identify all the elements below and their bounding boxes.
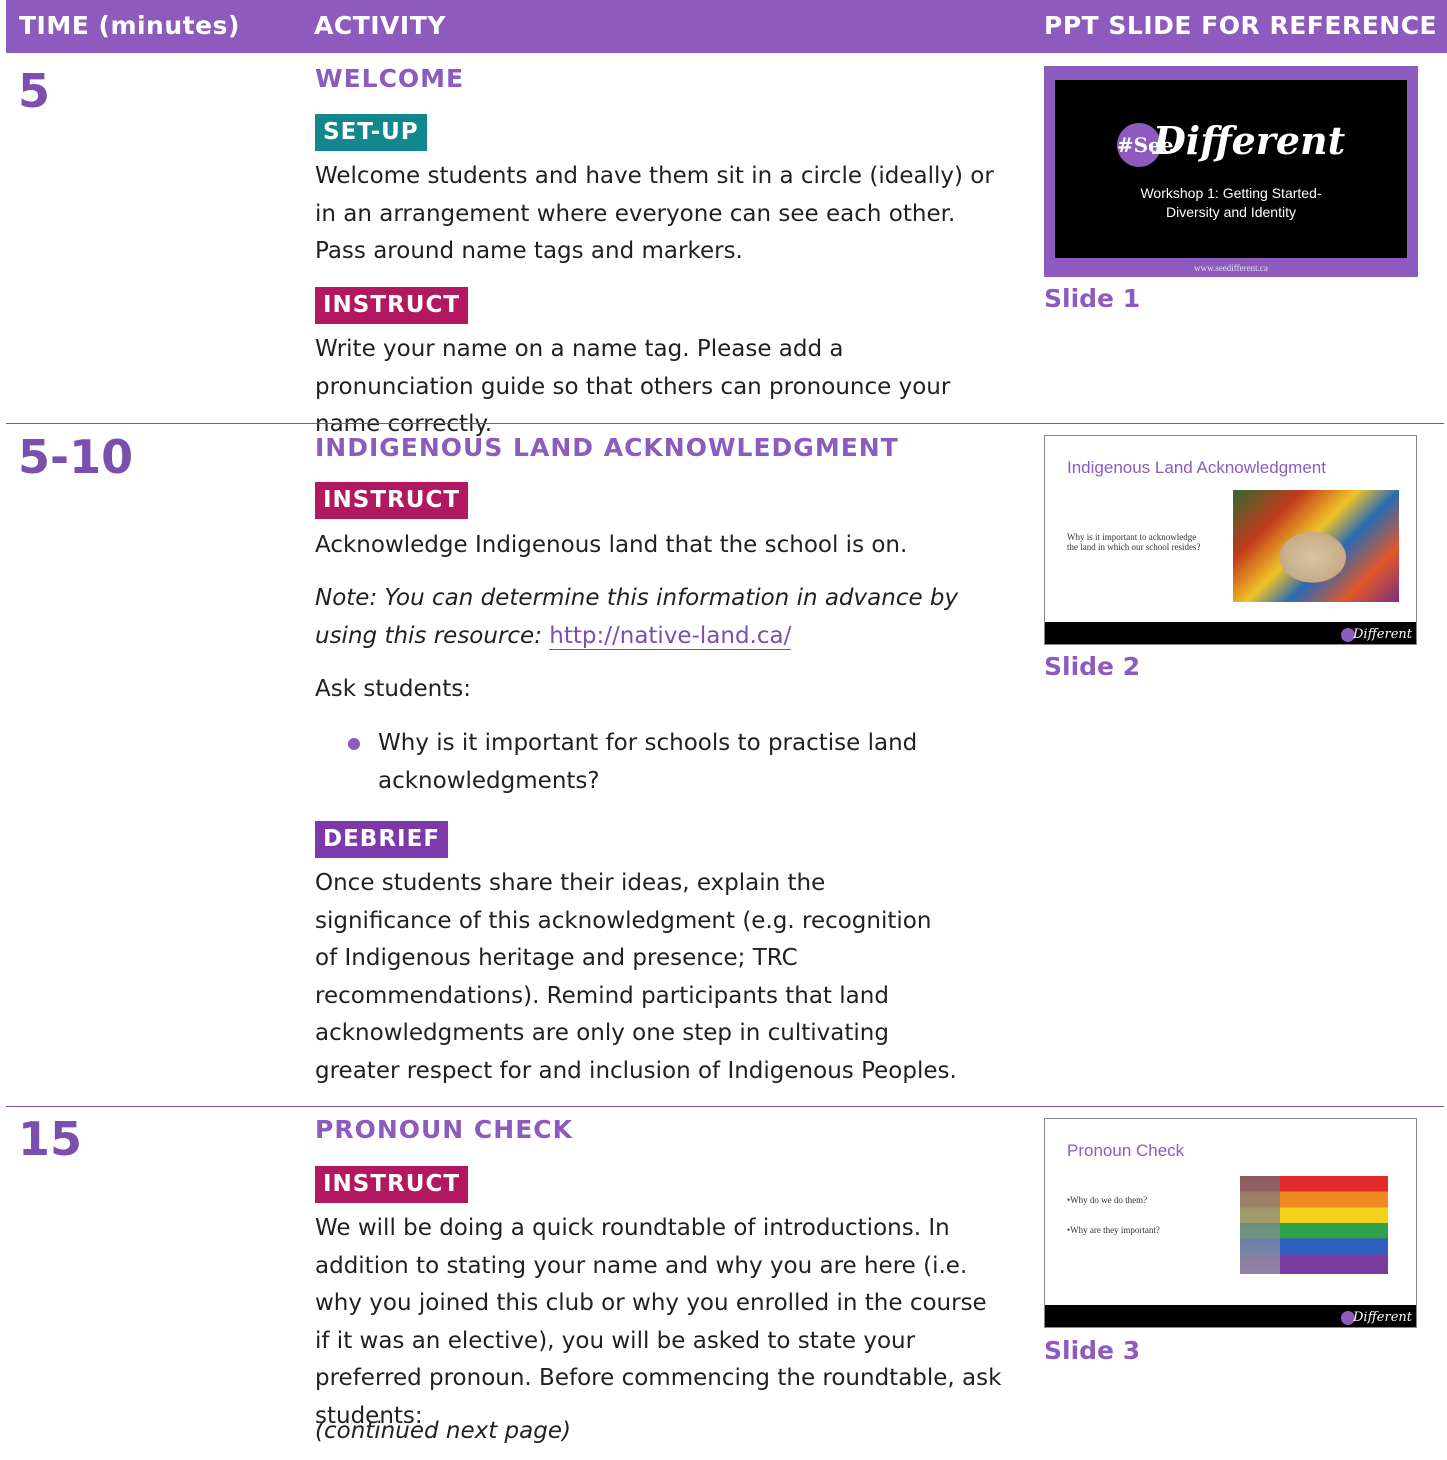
slide-3-label: Slide 3 — [1044, 1336, 1141, 1365]
row-divider — [6, 423, 1444, 424]
slide-3-bullet-2: •Why are they important? — [1067, 1225, 1160, 1235]
column-header-slide: PPT SLIDE FOR REFERENCE — [1044, 11, 1438, 40]
slide-1-thumbnail: #SeeDifferent Workshop 1: Getting Starte… — [1044, 66, 1418, 277]
footer-logo: Different — [1341, 627, 1412, 642]
seedifferent-logo: #SeeDifferent — [1055, 118, 1407, 167]
instruct-tag: INSTRUCT — [315, 287, 469, 324]
instruct-tag: INSTRUCT — [315, 482, 469, 519]
slide-1-canvas: #SeeDifferent Workshop 1: Getting Starte… — [1055, 80, 1407, 258]
instruct-text: Write your name on a name tag. Please ad… — [315, 336, 951, 437]
slide-2-label: Slide 2 — [1044, 652, 1141, 681]
bullet-text: Why is it important for schools to pract… — [378, 730, 918, 794]
column-header-time: TIME (minutes) — [19, 11, 240, 40]
slide-2-body: Why is it important to acknowledge the la… — [1067, 532, 1201, 552]
row-time: 5 — [18, 64, 51, 118]
slide-3-title: Pronoun Check — [1067, 1141, 1185, 1160]
activity-title: PRONOUN CHECK — [315, 1115, 573, 1144]
row-time: 5-10 — [18, 430, 134, 484]
native-land-link[interactable]: http://native-land.ca/ — [549, 622, 792, 650]
setup-text: Welcome students and have them sit in a … — [315, 163, 994, 264]
slide-1-label: Slide 1 — [1044, 284, 1141, 313]
row-time: 15 — [18, 1112, 83, 1166]
note-text: Note: You can determine this information… — [315, 585, 959, 650]
activity-title: INDIGENOUS LAND ACKNOWLEDGMENT — [315, 433, 899, 462]
rainbow-flag-photo — [1240, 1176, 1388, 1274]
slide-2-footer: Different — [1045, 622, 1416, 644]
activity-title: WELCOME — [315, 64, 465, 93]
row-divider — [6, 1106, 1444, 1107]
bullet-dot — [348, 738, 360, 750]
slide-3-footer: Different — [1045, 1305, 1416, 1327]
footer-logo: Different — [1341, 1310, 1412, 1325]
slide-1-url: www.seedifferent.ca — [1194, 263, 1268, 273]
debrief-tag: DEBRIEF — [315, 821, 449, 858]
table-header: TIME (minutes) ACTIVITY PPT SLIDE FOR RE… — [6, 0, 1447, 53]
slide-2-title: Indigenous Land Acknowledgment — [1067, 458, 1326, 477]
slide-3-thumbnail: Pronoun Check •Why do we do them? •Why a… — [1044, 1118, 1417, 1328]
drum-photo — [1233, 490, 1399, 602]
column-header-activity: ACTIVITY — [314, 11, 446, 40]
continued-note: (continued next page) — [315, 1418, 571, 1444]
slide-1-subtitle: Workshop 1: Getting Started- Diversity an… — [1140, 185, 1322, 220]
debrief-text: Once students share their ideas, explain… — [315, 870, 957, 1084]
instruct-text: Acknowledge Indigenous land that the sch… — [315, 532, 908, 558]
ask-text: Ask students: — [315, 676, 472, 702]
setup-tag: SET-UP — [315, 114, 427, 151]
instruct-text: We will be doing a quick roundtable of i… — [315, 1215, 1002, 1429]
slide-2-thumbnail: Indigenous Land Acknowledgment Why is it… — [1044, 435, 1417, 645]
slide-3-bullet-1: •Why do we do them? — [1067, 1195, 1148, 1205]
instruct-tag: INSTRUCT — [315, 1166, 469, 1203]
